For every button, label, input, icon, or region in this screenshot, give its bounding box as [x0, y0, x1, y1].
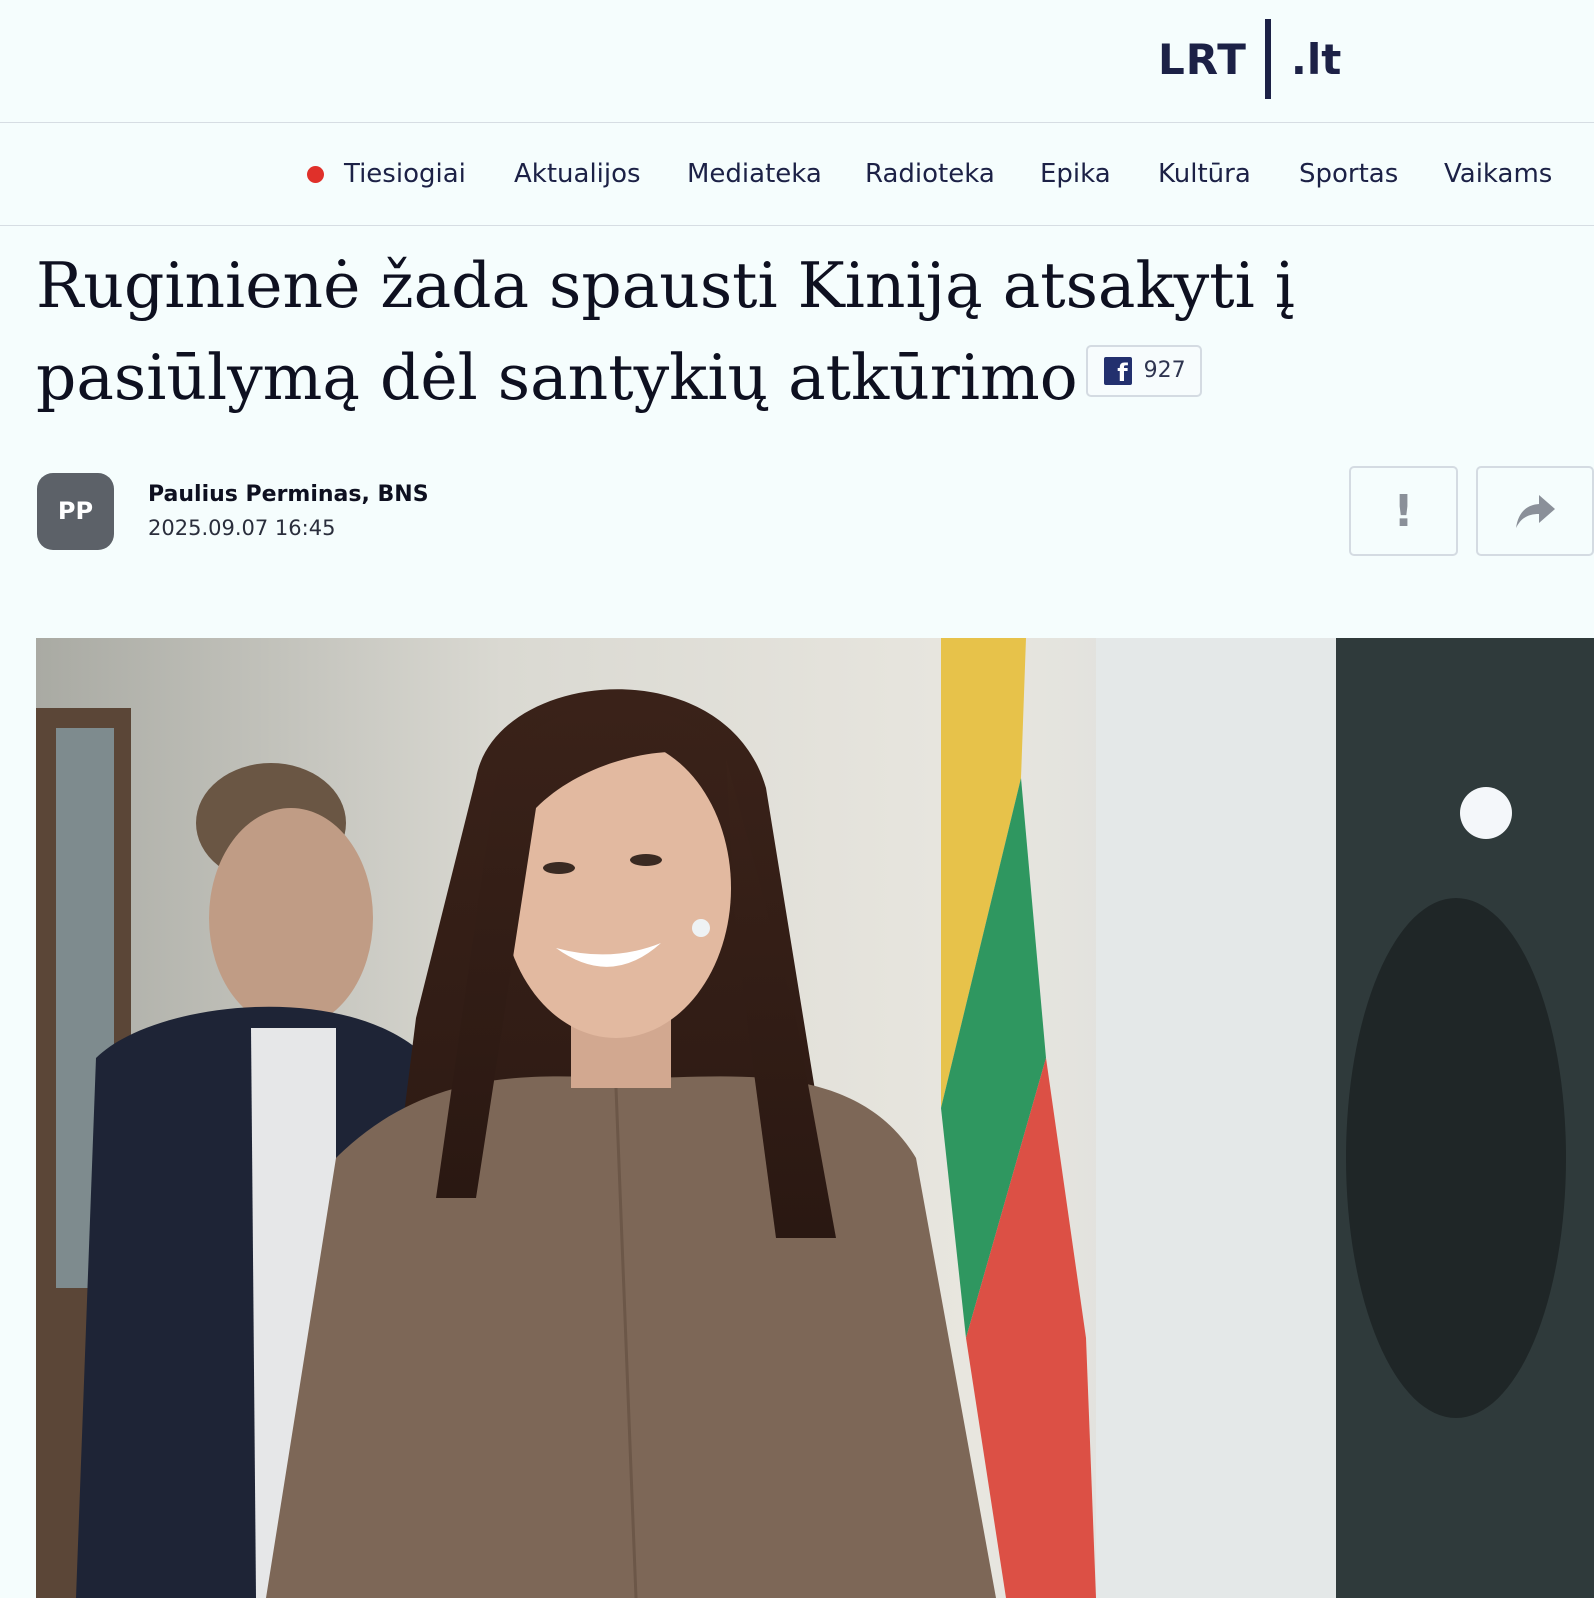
nav-item-sportas[interactable]: Sportas: [1299, 123, 1398, 225]
site-header: LRT .lt: [0, 0, 1594, 123]
nav-item-tiesiogiai[interactable]: Tiesiogiai: [344, 123, 466, 225]
logo-lrt-text: LRT: [1158, 34, 1247, 84]
logo-divider: [1264, 19, 1271, 99]
facebook-share-count[interactable]: f 927: [1085, 345, 1202, 397]
article-title: Ruginienė žada spausti Kiniją atsakyti į…: [36, 240, 1591, 424]
nav-item-kultura[interactable]: Kultūra: [1158, 123, 1251, 225]
nav-item-aktualijos[interactable]: Aktualijos: [514, 123, 641, 225]
author-name[interactable]: Paulius Perminas, BNS: [148, 482, 429, 507]
share-icon: [1516, 495, 1555, 528]
facebook-count-value: 927: [1143, 358, 1186, 383]
report-button[interactable]: !: [1349, 466, 1458, 556]
facebook-icon: f: [1103, 357, 1132, 385]
share-button[interactable]: [1476, 466, 1594, 556]
article-photo-image: [36, 638, 1594, 1598]
main-nav: Tiesiogiai Aktualijos Mediateka Radiotek…: [0, 123, 1594, 226]
publish-date: 2025.09.07 16:45: [148, 516, 336, 540]
report-icon: !: [1393, 485, 1414, 537]
nav-item-mediateka[interactable]: Mediateka: [687, 123, 822, 225]
live-indicator-icon: [307, 166, 324, 183]
nav-item-radioteka[interactable]: Radioteka: [865, 123, 995, 225]
article-photo: [36, 638, 1594, 1598]
nav-item-epika[interactable]: Epika: [1040, 123, 1111, 225]
logo-domain-text: .lt: [1290, 34, 1342, 84]
nav-item-vaikams[interactable]: Vaikams: [1444, 123, 1552, 225]
author-avatar[interactable]: PP: [37, 473, 114, 550]
lrt-logo[interactable]: LRT .lt: [1158, 18, 1341, 100]
